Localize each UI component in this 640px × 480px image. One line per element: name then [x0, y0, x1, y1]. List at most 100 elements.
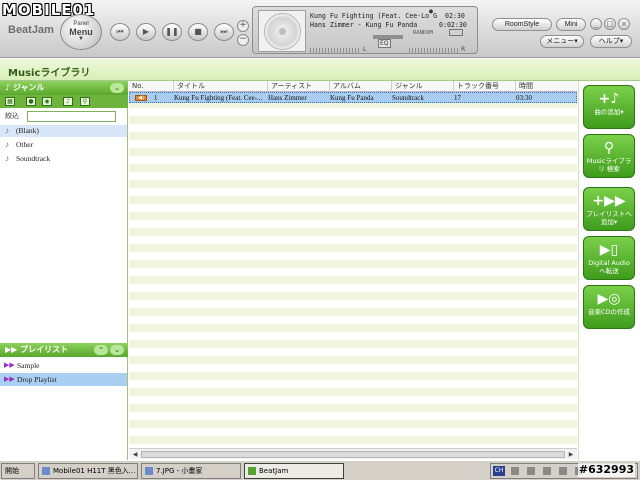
add-songs-label: 曲の追加▾ — [594, 108, 624, 116]
random-label[interactable]: RANDOM — [413, 30, 433, 36]
play-icon: ▶ — [142, 27, 150, 36]
pause-icon: ❚❚ — [165, 27, 179, 36]
table-header: No. タイトル アーティスト アルバム ジャンル トラック番号 時間 — [129, 81, 577, 92]
playlist-panel-header[interactable]: ▶▶ プレイリスト ⌃ ⌄ — [0, 343, 128, 357]
music-note-icon: ♪ — [5, 126, 9, 135]
cell-title: Kung Fu Fighting (Feat. Cee-... — [174, 94, 263, 102]
genre-panel-title: ジャンル — [12, 83, 45, 92]
playlist-item[interactable]: ▶▶ Sample — [0, 359, 127, 372]
playlist-panel-title: プレイリスト — [20, 345, 69, 354]
add-songs-button[interactable]: +♪ 曲の追加▾ — [583, 85, 635, 129]
level-meter-right — [409, 48, 459, 53]
eq-button[interactable]: EQ — [378, 39, 391, 48]
table-row[interactable]: ◀) 1 Kung Fu Fighting (Feat. Cee-... Han… — [129, 92, 577, 103]
column-header-genre[interactable]: ジャンル — [391, 81, 453, 92]
close-button[interactable]: × — [618, 18, 630, 30]
search-library-button[interactable]: ⚲ Musicライブラリ 検索 — [583, 134, 635, 178]
horizontal-scrollbar[interactable]: ◀ ▶ — [129, 448, 577, 459]
grid-view-icon[interactable]: ▦ — [5, 97, 15, 106]
chevron-down-icon[interactable]: ⌄ — [110, 83, 124, 93]
taskbar-item[interactable]: Mobile01 H11T 黑色入... — [38, 463, 138, 479]
level-meter-left — [310, 48, 360, 53]
genre-view-icon[interactable]: ♪ — [63, 97, 73, 106]
track-table: No. タイトル アーティスト アルバム ジャンル トラック番号 時間 ◀) 1… — [129, 81, 577, 460]
cell-no: 1 — [154, 94, 158, 102]
stop-icon: ■ — [194, 27, 202, 36]
browser-icon — [42, 467, 50, 475]
minimize-button[interactable]: _ — [590, 18, 602, 30]
now-playing-artist: Hans Zimmer - Kung Fu Panda — [310, 21, 418, 29]
genre-item-label: (Blank) — [16, 126, 39, 135]
pause-button[interactable]: ❚❚ — [162, 23, 182, 41]
scrollbar-thumb[interactable] — [141, 451, 565, 458]
start-button[interactable]: 開始 — [1, 463, 35, 479]
column-header-track[interactable]: トラック番号 — [453, 81, 515, 92]
action-panel: +♪ 曲の追加▾ ⚲ Musicライブラリ 検索 +▶▶ プレイリストへ 追加▾… — [578, 81, 640, 460]
playlist-item-label: Sample — [17, 361, 40, 370]
column-header-title[interactable]: タイトル — [173, 81, 267, 92]
previous-button[interactable]: ⏮ — [110, 23, 130, 41]
table-body: ◀) 1 Kung Fu Fighting (Feat. Cee-... Han… — [129, 92, 577, 448]
playlist-icon: ▶▶ — [4, 375, 15, 383]
roomstyle-button[interactable]: RoomStyle — [492, 18, 552, 31]
magnifier-icon: ⚲ — [603, 140, 615, 156]
player-bar: MOBILE01 BeatJam Panel Menu ▼ ⏮ ▶ ❚❚ ■ ⏭… — [0, 0, 640, 58]
add-to-playlist-label: プレイリストへ 追加▾ — [586, 210, 632, 226]
search-library-label: Musicライブラリ 検索 — [586, 157, 632, 173]
menu-dropdown-button[interactable]: メニュー▾ — [540, 35, 584, 48]
left-panel: ♪ ジャンル ⌄ ▦ ● ◉ ♪ ⚲ 絞込 ♪ (Blank) ♪ Other … — [0, 81, 128, 460]
view-switcher: ▦ ● ◉ ♪ ⚲ — [0, 95, 128, 108]
add-to-playlist-button[interactable]: +▶▶ プレイリストへ 追加▾ — [583, 187, 635, 231]
mini-button[interactable]: Mini — [556, 18, 586, 31]
now-playing-title: Kung Fu Fighting (Feat. Cee-Lo Gre.. — [310, 12, 438, 20]
playlist-icon: ▶▶ — [5, 345, 18, 354]
system-tray: CH #632993 — [490, 463, 638, 479]
volume-up-button[interactable]: + — [237, 20, 249, 32]
chevron-down-icon: ▼ — [78, 36, 84, 42]
library-header: Musicライブラリ — [0, 59, 640, 81]
artist-view-icon[interactable]: ● — [26, 97, 36, 106]
transfer-digital-audio-button[interactable]: ▶▯ Digital Audio へ転送 — [583, 236, 635, 280]
filter-input[interactable] — [27, 111, 116, 122]
forward-arrows-icon: +▶▶ — [592, 193, 626, 209]
create-cd-label: 音楽CDの作成 — [587, 308, 631, 316]
tray-icon[interactable] — [543, 467, 551, 475]
scroll-right-icon[interactable]: ▶ — [566, 450, 576, 459]
help-dropdown-button[interactable]: ヘルプ▾ — [590, 35, 632, 48]
genre-item[interactable]: ♪ Soundtrack — [0, 153, 127, 165]
tray-icon[interactable] — [511, 467, 519, 475]
column-header-artist[interactable]: アーティスト — [267, 81, 329, 92]
column-header-album[interactable]: アルバム — [329, 81, 391, 92]
genre-item[interactable]: ♪ Other — [0, 139, 127, 151]
scroll-left-icon[interactable]: ◀ — [130, 450, 140, 459]
right-channel-label: R — [461, 46, 466, 53]
taskbar-item[interactable]: BeatJam — [244, 463, 344, 479]
tray-icon[interactable] — [527, 467, 535, 475]
maximize-button[interactable]: □ — [604, 18, 616, 30]
music-note-icon: ♪ — [5, 140, 9, 149]
search-icon[interactable]: ⚲ — [80, 97, 90, 106]
album-view-icon[interactable]: ◉ — [42, 97, 52, 106]
volume-down-button[interactable]: − — [237, 34, 249, 46]
tray-icon[interactable] — [559, 467, 567, 475]
genre-item[interactable]: ♪ (Blank) — [0, 125, 127, 137]
create-cd-button[interactable]: ▶◎ 音楽CDの作成 — [583, 285, 635, 329]
music-note-icon: ♪ — [5, 83, 11, 92]
taskbar-item[interactable]: 7.JPG - 小畫家 — [141, 463, 241, 479]
plus-note-icon: +♪ — [598, 91, 620, 107]
page-title: Musicライブラリ — [8, 68, 91, 79]
cd-burn-icon: ▶◎ — [597, 291, 621, 307]
chevron-down-icon[interactable]: ⌄ — [110, 345, 124, 355]
next-button[interactable]: ⏭ — [214, 23, 234, 41]
chevron-up-icon[interactable]: ⌃ — [94, 345, 108, 355]
panel-menu-button[interactable]: Panel Menu ▼ — [60, 14, 102, 50]
language-indicator[interactable]: CH — [493, 466, 505, 476]
next-icon: ⏭ — [220, 27, 228, 36]
stop-button[interactable]: ■ — [188, 23, 208, 41]
genre-panel-header[interactable]: ♪ ジャンル ⌄ — [0, 81, 128, 95]
column-header-no[interactable]: No. — [129, 81, 173, 92]
column-header-time[interactable]: 時間 — [515, 81, 577, 92]
playlist-item[interactable]: ▶▶ Drop Playlist — [0, 373, 127, 386]
play-button[interactable]: ▶ — [136, 23, 156, 41]
repeat-icon[interactable] — [449, 29, 463, 36]
